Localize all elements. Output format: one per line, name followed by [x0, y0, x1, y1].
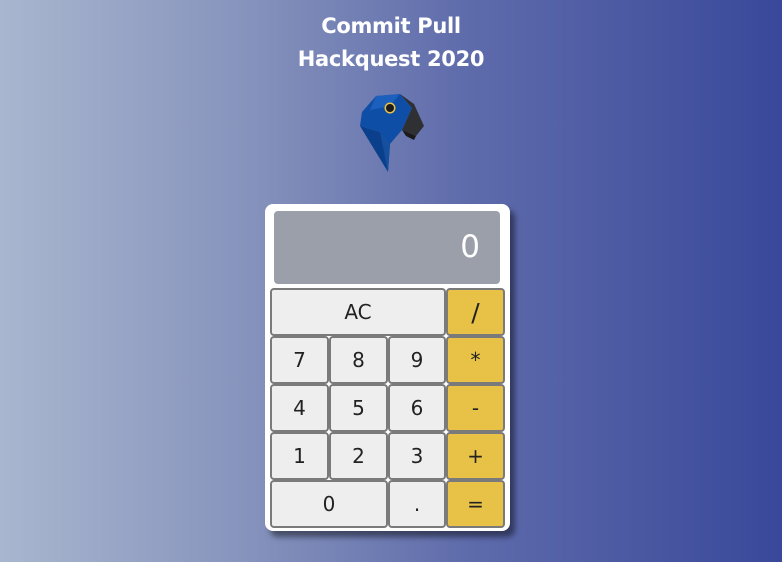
digit-5-button[interactable]: 5 — [329, 384, 388, 432]
digit-9-button[interactable]: 9 — [388, 336, 446, 384]
equals-button[interactable]: = — [446, 480, 505, 528]
digit-6-button[interactable]: 6 — [388, 384, 446, 432]
parrot-icon — [356, 92, 428, 176]
app-title: Commit Pull Hackquest 2020 — [0, 10, 782, 76]
title-line-2: Hackquest 2020 — [297, 47, 485, 71]
digit-7-button[interactable]: 7 — [270, 336, 329, 384]
digit-0-button[interactable]: 0 — [270, 480, 388, 528]
divide-button[interactable]: / — [446, 288, 505, 336]
subtract-button[interactable]: - — [446, 384, 505, 432]
clear-button[interactable]: AC — [270, 288, 446, 336]
display: 0 — [274, 211, 500, 284]
decimal-button[interactable]: . — [388, 480, 446, 528]
digit-3-button[interactable]: 3 — [388, 432, 446, 480]
digit-8-button[interactable]: 8 — [329, 336, 388, 384]
digit-2-button[interactable]: 2 — [329, 432, 388, 480]
multiply-button[interactable]: * — [446, 336, 505, 384]
title-line-1: Commit Pull — [321, 14, 461, 38]
add-button[interactable]: + — [446, 432, 505, 480]
calculator: 0 AC / 7 8 9 * 4 5 6 - 1 2 3 + 0 . = — [265, 204, 510, 531]
digit-4-button[interactable]: 4 — [270, 384, 329, 432]
digit-1-button[interactable]: 1 — [270, 432, 329, 480]
